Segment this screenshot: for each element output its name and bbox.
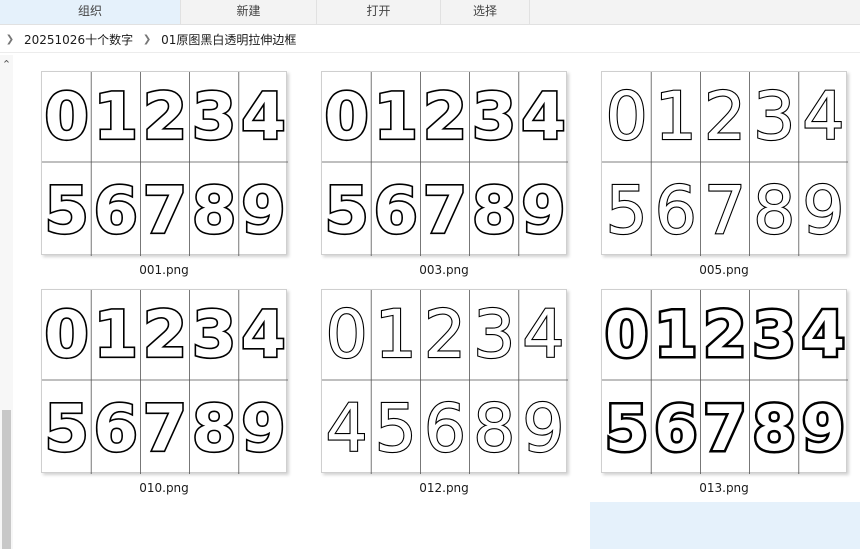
file-tile[interactable]: 0123445689 012.png [321,289,568,495]
breadcrumb: ❯ 20251026十个数字 ❯ 01原图黑白透明拉伸边框 [0,27,860,53]
digit-glyph: 5 [324,175,369,249]
digit-glyph: 5 [44,175,89,249]
new-button[interactable]: 新建 [181,0,317,24]
digit-glyph: 6 [655,172,697,249]
digit-glyph: 0 [44,81,89,155]
digit-glyph: 1 [94,299,139,373]
digit-glyph: 2 [703,298,746,371]
file-thumbnail[interactable]: 01234 56789 [41,71,288,256]
open-button[interactable]: 打开 [317,0,441,24]
chevron-right-icon[interactable]: ❯ [137,34,157,45]
select-button[interactable]: 选择 [441,0,530,24]
digit-grid: 0 1 2 3 44 5 6 8 9 [322,290,568,474]
file-thumbnail[interactable]: 01234 56789 [41,289,288,474]
digit-glyph: 2 [143,299,188,373]
digit-glyph: 6 [94,393,139,467]
digit-glyph: 0 [326,296,368,373]
digit-grid: 0 1 2 3 4 5 6 7 8 9 [42,72,288,256]
digit-glyph: 8 [753,392,796,465]
digit-glyph: 1 [655,78,697,155]
file-name: 005.png [699,263,749,277]
breadcrumb-item-current[interactable]: 01原图黑白透明拉伸边框 [157,31,300,48]
digit-glyph: 7 [703,392,746,465]
digit-glyph: 5 [605,392,648,465]
digit-glyph: 0 [605,298,648,371]
file-thumbnail[interactable]: 0123445689 [321,289,568,474]
digit-glyph: 3 [192,81,237,155]
digit-glyph: 5 [375,390,417,467]
file-tile[interactable]: 01234 56789 010.png [41,289,288,495]
digit-glyph: 3 [473,296,515,373]
digit-glyph: 8 [192,393,237,467]
digit-glyph: 9 [521,175,566,249]
digit-glyph: 9 [241,175,286,249]
digit-glyph: 6 [424,390,466,467]
file-name: 012.png [419,481,469,495]
digit-glyph: 5 [44,393,89,467]
digit-glyph: 3 [472,81,517,155]
digit-grid: 0 1 2 3 4 5 6 7 8 9 [602,290,848,474]
file-tile[interactable]: 01234 56789 001.png [41,71,288,277]
digit-glyph: 8 [753,172,795,249]
digit-glyph: 4 [241,299,286,373]
breadcrumb-item-parent[interactable]: 20251026十个数字 [20,31,137,48]
command-bar-spacer [530,0,860,24]
selection-highlight [590,502,860,549]
digit-glyph: 7 [143,393,188,467]
digit-glyph: 5 [606,172,648,249]
digit-glyph: 3 [192,299,237,373]
digit-glyph: 6 [94,175,139,249]
digit-glyph: 8 [472,175,517,249]
file-thumbnail[interactable]: 01234 56789 [601,289,848,474]
digit-glyph: 4 [326,390,368,467]
file-thumbnail[interactable]: 01234 56789 [321,71,568,256]
digit-glyph: 0 [324,81,369,155]
digit-glyph: 7 [143,175,188,249]
digit-glyph: 9 [241,393,286,467]
digit-glyph: 1 [374,81,419,155]
digit-grid: 0 1 2 3 4 5 6 7 8 9 [322,72,568,256]
digit-glyph: 8 [192,175,237,249]
digit-glyph: 8 [473,390,515,467]
digit-glyph: 1 [375,296,417,373]
scrollbar-thumb[interactable] [2,410,11,549]
file-name: 003.png [419,263,469,277]
digit-glyph: 1 [94,81,139,155]
digit-glyph: 0 [44,299,89,373]
file-tile[interactable]: 01234 56789 013.png [601,289,848,495]
file-tile[interactable]: 01234 56789 003.png [321,71,568,277]
digit-glyph: 9 [802,392,845,465]
digit-glyph: 9 [522,390,564,467]
digit-glyph: 1 [654,298,697,371]
digit-glyph: 4 [802,78,844,155]
digit-glyph: 0 [606,78,648,155]
digit-glyph: 7 [704,172,746,249]
digit-grid: 0 1 2 3 4 5 6 7 8 9 [42,290,288,474]
digit-glyph: 2 [704,78,746,155]
scroll-up-arrow-icon[interactable]: ⌃ [0,58,13,72]
digit-glyph: 6 [654,392,697,465]
digit-glyph: 6 [374,175,419,249]
digit-glyph: 4 [241,81,286,155]
file-name: 001.png [139,263,189,277]
command-bar: 组织 新建 打开 选择 [0,0,860,25]
digit-glyph: 4 [802,298,845,371]
file-name: 010.png [139,481,189,495]
organize-button[interactable]: 组织 [0,0,181,24]
digit-glyph: 2 [143,81,188,155]
file-name: 013.png [699,481,749,495]
digit-glyph: 2 [424,296,466,373]
digit-glyph: 9 [802,172,844,249]
file-thumbnail[interactable]: 01234 56789 [601,71,848,256]
digit-glyph: 2 [423,81,468,155]
digit-glyph: 4 [521,81,566,155]
digit-grid: 0 1 2 3 4 5 6 7 8 9 [602,72,848,256]
file-tile[interactable]: 01234 56789 005.png [601,71,848,277]
digit-glyph: 3 [753,298,796,371]
digit-glyph: 4 [522,296,564,373]
chevron-right-icon[interactable]: ❯ [0,34,20,45]
digit-glyph: 7 [423,175,468,249]
digit-glyph: 3 [753,78,795,155]
